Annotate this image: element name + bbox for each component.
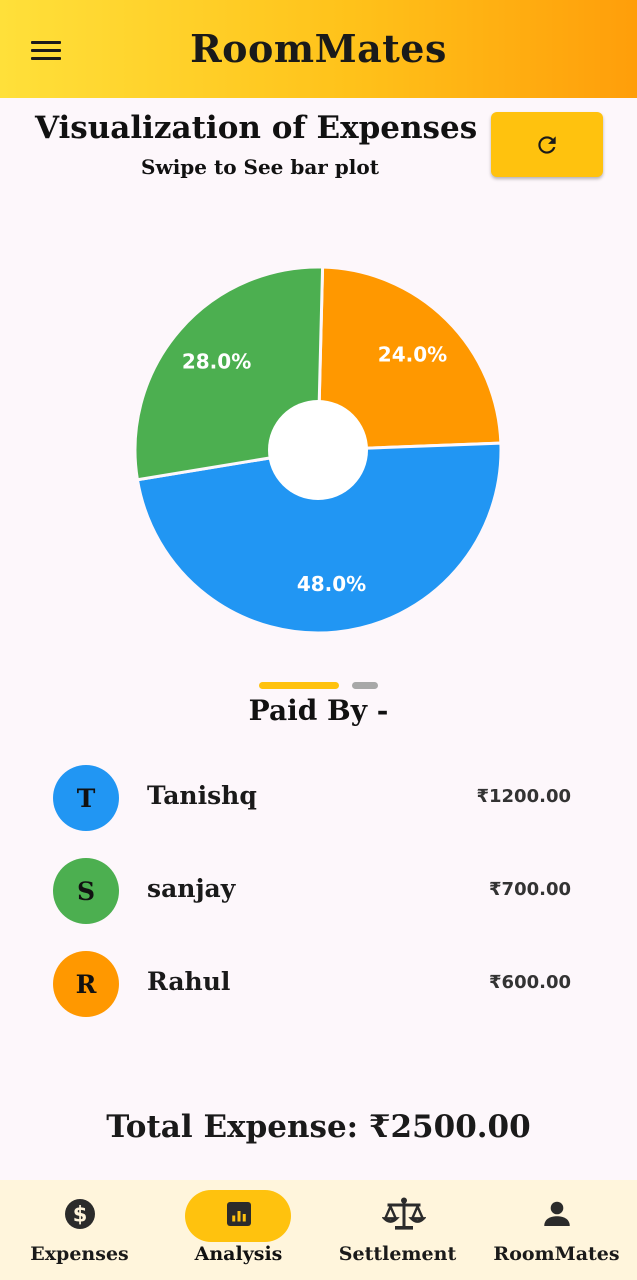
list-item: R Rahul ₹600.00 — [0, 936, 637, 1026]
slice-label: 24.0% — [378, 342, 447, 366]
person-name: Tanishq — [147, 781, 257, 810]
page-subheading: Swipe to See bar plot — [141, 155, 379, 179]
bar-chart-icon — [227, 1202, 251, 1226]
nav-item-analysis[interactable]: Analysis — [159, 1180, 318, 1280]
list-item: S sanjay ₹700.00 — [0, 843, 637, 933]
page-indicator — [0, 682, 637, 690]
person-name: Rahul — [147, 967, 231, 996]
page-dot-active[interactable] — [259, 682, 339, 689]
nav-label: Expenses — [30, 1243, 129, 1265]
refresh-icon — [538, 135, 556, 154]
nav-item-settlement[interactable]: Settlement — [318, 1180, 477, 1280]
expense-pie-chart[interactable]: 24.0% 48.0% 28.0% — [0, 200, 637, 670]
avatar: R — [53, 951, 119, 1017]
svg-text:$: $ — [73, 1203, 88, 1227]
refresh-button[interactable] — [491, 112, 603, 177]
nav-label: RoomMates — [493, 1243, 620, 1265]
page-dot-inactive[interactable] — [352, 682, 378, 689]
paid-by-title: Paid By - — [248, 694, 389, 727]
nav-label: Settlement — [338, 1243, 457, 1265]
avatar: S — [53, 858, 119, 924]
total-expense: Total Expense: ₹2500.00 — [106, 1109, 531, 1145]
avatar: T — [53, 765, 119, 831]
nav-item-expenses[interactable]: $ Expenses — [0, 1180, 159, 1280]
person-name: sanjay — [147, 874, 236, 903]
nav-item-roommates[interactable]: RoomMates — [477, 1180, 636, 1280]
amount: ₹1200.00 — [476, 786, 571, 807]
amount: ₹600.00 — [489, 972, 571, 993]
slice-label: 28.0% — [182, 350, 251, 374]
app-title: RoomMates — [190, 26, 447, 71]
dollar-circle-icon: $ — [65, 1199, 95, 1229]
page-heading: Visualization of Expenses — [35, 110, 478, 146]
nav-label: Analysis — [194, 1243, 283, 1265]
person-icon — [544, 1201, 570, 1226]
app-bar: RoomMates — [0, 0, 637, 98]
donut-hole — [268, 400, 368, 500]
slice-label: 48.0% — [297, 572, 366, 596]
list-item: T Tanishq ₹1200.00 — [0, 750, 637, 840]
amount: ₹700.00 — [489, 879, 571, 900]
balance-scale-icon — [382, 1197, 426, 1230]
pie-chart-svg: 24.0% 48.0% 28.0% — [133, 265, 503, 635]
bottom-navigation: $ Expenses Analysis Settlement RoomMates — [0, 1180, 637, 1280]
